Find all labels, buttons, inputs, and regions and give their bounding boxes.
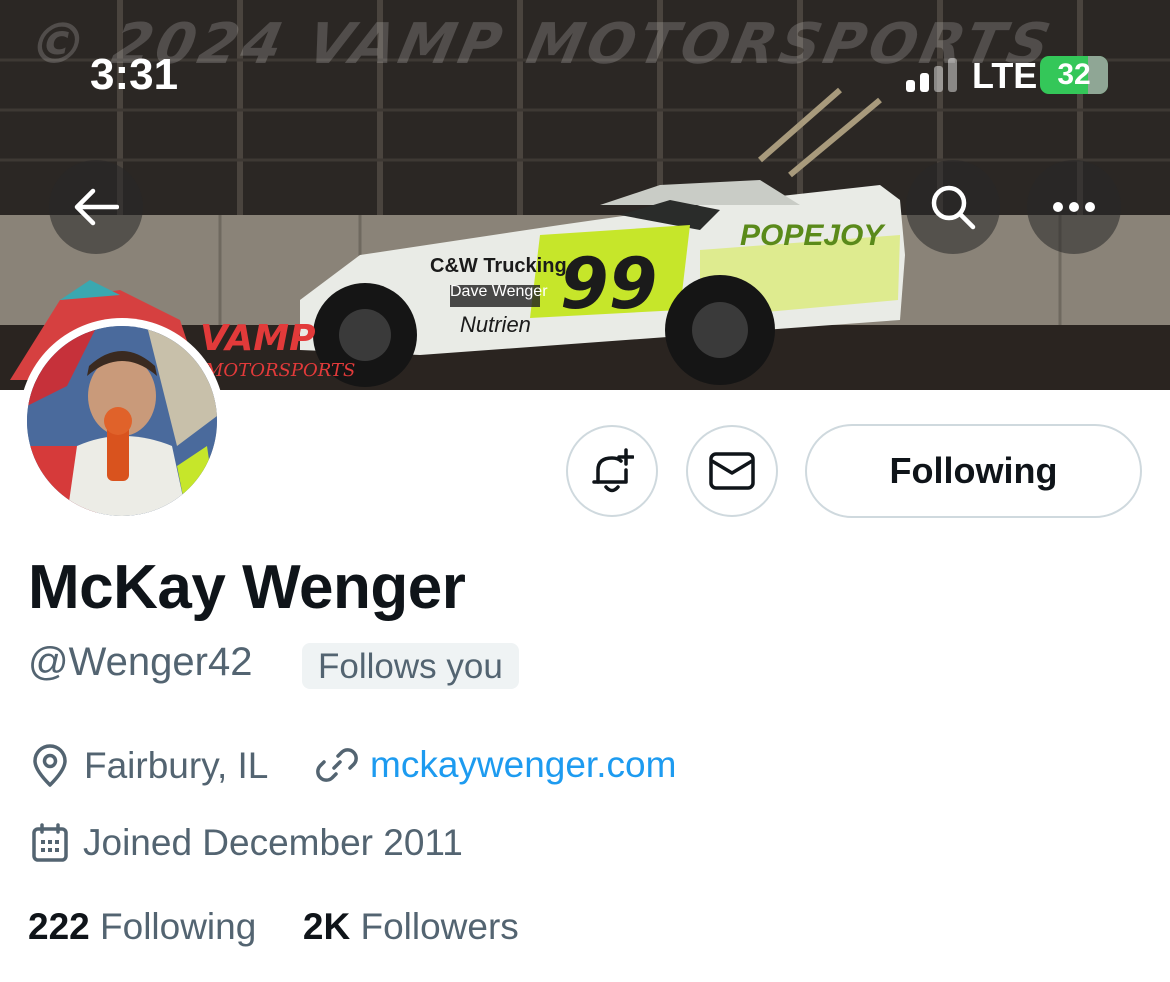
user-handle: @Wenger42: [28, 640, 253, 684]
sponsor-decal-wenger: Dave Wenger: [450, 283, 548, 300]
envelope-icon: [709, 452, 755, 490]
following-count-link[interactable]: 222 Following: [28, 906, 267, 947]
signal-strength-icon: [906, 58, 960, 92]
car-number-text: 99: [560, 243, 657, 325]
link-icon: [316, 748, 358, 782]
network-label: LTE: [972, 55, 1038, 96]
joined-row: Joined December 2011: [31, 822, 463, 864]
sponsor-decal-nutrien: Nutrien: [460, 312, 531, 337]
joined-date: Joined December 2011: [83, 822, 463, 863]
calendar-icon: [32, 823, 68, 862]
sponsor-decal-cw: C&W Trucking: [430, 255, 567, 277]
followers-label: Followers: [360, 906, 519, 947]
display-name: McKay Wenger: [28, 553, 466, 622]
location-row: Fairbury, IL: [30, 744, 268, 788]
svg-text:VAMP: VAMP: [200, 318, 316, 359]
svg-text:MOTORSPORTS: MOTORSPORTS: [204, 360, 355, 381]
follow-counts: 222 Following 2K Followers: [28, 906, 519, 948]
bell-plus-icon: [592, 448, 634, 493]
status-time: 3:31: [90, 50, 179, 99]
message-button[interactable]: [686, 425, 778, 517]
following-label: Following: [100, 906, 257, 947]
followers-count-link[interactable]: 2K Followers: [303, 906, 519, 947]
following-button[interactable]: Following: [805, 424, 1142, 518]
battery-icon: 32: [1040, 56, 1108, 94]
search-button[interactable]: [906, 160, 1000, 254]
more-options-button[interactable]: [1027, 160, 1121, 254]
profile-banner[interactable]: 99 C&W Trucking POPEJOY Dave Wenger Nutr…: [0, 0, 1170, 390]
website-row[interactable]: mckaywenger.com: [316, 744, 676, 786]
map-pin-icon: [33, 744, 67, 787]
followers-count: 2K: [302, 906, 351, 947]
more-icon: [1053, 202, 1095, 212]
notifications-button[interactable]: [566, 425, 658, 517]
avatar-photo: [27, 326, 217, 516]
follows-you-badge: Follows you: [302, 643, 519, 689]
location-text: Fairbury, IL: [84, 745, 269, 786]
following-count: 222: [28, 906, 90, 947]
battery-level: 32: [1057, 58, 1091, 91]
search-icon: [931, 185, 976, 230]
sponsor-decal-popejoy: POPEJOY: [740, 219, 886, 252]
back-button[interactable]: [49, 160, 143, 254]
website-link[interactable]: mckaywenger.com: [370, 744, 676, 786]
profile-avatar[interactable]: [19, 318, 225, 524]
arrow-left-icon: [74, 188, 119, 226]
